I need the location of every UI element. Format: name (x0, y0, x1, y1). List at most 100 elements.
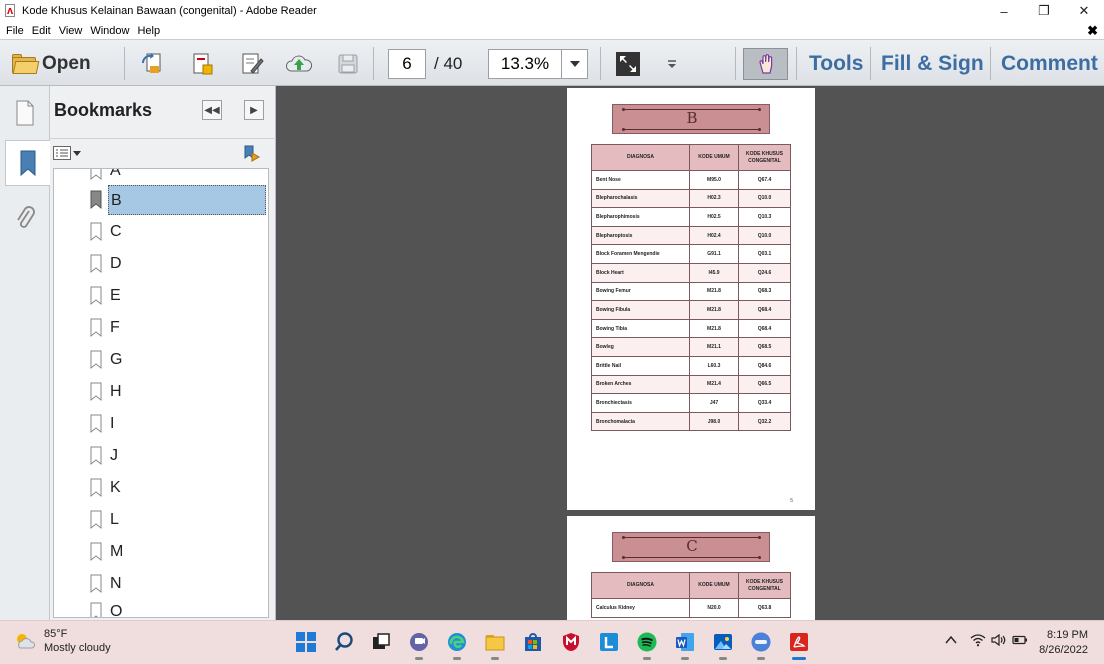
wifi-button[interactable] (970, 633, 986, 650)
expand-bookmark-button[interactable] (242, 144, 262, 167)
volume-button[interactable] (991, 633, 1007, 650)
running-indicator (453, 657, 461, 660)
edit-pdf-button[interactable] (238, 50, 266, 78)
page-thumbnails-button[interactable] (5, 90, 45, 136)
battery-button[interactable] (1012, 633, 1028, 650)
general-code-cell: H02.5 (689, 207, 739, 227)
upload-cloud-button[interactable] (285, 50, 313, 78)
more-options-icon (668, 60, 676, 68)
close-document-button[interactable]: ✖ (1087, 22, 1098, 39)
bookmark-item[interactable]: E (88, 280, 125, 312)
menu-view[interactable]: View (59, 25, 83, 37)
export-pdf-button[interactable] (188, 50, 216, 78)
bookmark-item[interactable]: D (88, 248, 126, 280)
close-window-button[interactable]: ✕ (1064, 0, 1104, 22)
toolbar-more-button[interactable] (658, 50, 686, 78)
table-row: Bowing Tibia M21.8 Q68.4 (591, 318, 791, 339)
save-button[interactable] (334, 50, 362, 78)
edge-browser-button[interactable] (444, 629, 470, 660)
paperclip-icon (17, 206, 35, 228)
bookmark-item[interactable]: F (88, 312, 124, 344)
zoom-input[interactable]: 13.3% (488, 49, 562, 79)
minimize-button[interactable]: – (984, 0, 1024, 22)
bookmark-label: O (110, 603, 123, 618)
touch-mode-button[interactable] (743, 48, 788, 80)
edit-document-icon (242, 53, 264, 74)
page-number-input[interactable]: 6 (388, 49, 426, 79)
bookmark-item[interactable]: B (88, 184, 266, 216)
general-code-cell: I45.9 (689, 262, 739, 283)
bookmark-label: C (110, 223, 122, 240)
chevron-down-icon (569, 61, 580, 67)
bookmark-item[interactable]: O (88, 596, 126, 618)
zoom-dropdown-button[interactable] (562, 49, 588, 79)
collapse-panel-button[interactable]: ◀◀ (202, 100, 222, 120)
bookmark-label: A (110, 168, 121, 179)
start-button[interactable] (293, 629, 319, 655)
adobe-reader-taskbar-button[interactable] (786, 629, 812, 660)
fill-sign-pane-button[interactable]: Fill & Sign (881, 49, 984, 79)
menu-file[interactable]: File (6, 25, 24, 37)
bookmark-item[interactable]: M (88, 536, 127, 568)
bookmark-item[interactable]: G (88, 344, 126, 376)
microsoft-store-button[interactable] (520, 629, 546, 655)
table-row: Bronchomalacia J98.0 Q32.2 (591, 411, 791, 432)
bookmark-icon (90, 510, 102, 530)
table-row: Block Heart I45.9 Q24.6 (591, 262, 791, 283)
mcafee-button[interactable] (558, 629, 584, 655)
system-clock[interactable]: 8:19 PM 8/26/2022 (1039, 628, 1088, 658)
bookmark-item[interactable]: K (88, 472, 125, 504)
canva-icon (751, 632, 771, 652)
table-header: KODE KHUSUS CONGENITAL (738, 572, 791, 599)
active-indicator (792, 657, 806, 660)
show-hidden-icons-button[interactable] (944, 633, 958, 650)
toolbar-separator (373, 47, 374, 80)
menu-help[interactable]: Help (137, 25, 160, 37)
comment-pane-button[interactable]: Comment (1001, 49, 1098, 79)
bookmark-item[interactable]: I (88, 408, 118, 440)
diagnosis-cell: Bowleg (591, 337, 690, 357)
battery-icon (1012, 635, 1027, 645)
learning-app-button[interactable] (596, 629, 622, 655)
photos-button[interactable] (710, 629, 736, 660)
bookmark-label: N (110, 575, 122, 592)
task-view-button[interactable] (368, 629, 394, 655)
taskbar-search-button[interactable] (331, 629, 357, 655)
spotify-button[interactable] (634, 629, 660, 660)
open-button[interactable]: Open (10, 49, 91, 79)
congenital-code-cell: Q33.4 (738, 393, 791, 413)
weather-widget[interactable]: 85°F Mostly cloudy (14, 627, 111, 655)
word-button[interactable] (672, 629, 698, 660)
panel-options-button[interactable]: ▶ (244, 100, 264, 120)
create-pdf-button[interactable] (139, 50, 167, 78)
diagnosis-cell: Block Heart (591, 262, 690, 283)
tools-pane-button[interactable]: Tools (809, 49, 863, 79)
running-indicator (491, 657, 499, 660)
document-view[interactable]: B DIAGNOSA KODE UMUM KODE KHUSUS CONGENI… (276, 86, 1104, 620)
teams-chat-button[interactable] (406, 629, 432, 660)
wifi-icon (970, 634, 986, 647)
diagnosis-cell: Broken Arches (591, 374, 690, 395)
file-explorer-button[interactable] (482, 629, 508, 660)
canva-button[interactable] (748, 629, 774, 660)
bookmark-item[interactable]: J (88, 440, 122, 472)
bookmark-icon (90, 478, 102, 498)
menu-window[interactable]: Window (90, 25, 129, 37)
table-row: Bent Nose M95.0 Q67.4 (591, 170, 791, 190)
full-screen-button[interactable] (614, 50, 642, 78)
bookmarks-panel-button[interactable] (5, 140, 50, 186)
congenital-code-cell: Q10.0 (738, 188, 791, 209)
bookmark-options-button[interactable] (53, 146, 81, 160)
congenital-code-cell: Q84.6 (738, 355, 791, 376)
windows-start-icon (296, 632, 316, 652)
general-code-cell: M95.0 (689, 170, 739, 190)
maximize-button[interactable]: ❐ (1024, 0, 1064, 22)
bookmark-item[interactable]: L (88, 504, 123, 536)
bookmark-icon (90, 254, 102, 274)
bookmark-icon (90, 350, 102, 370)
bookmark-item[interactable]: C (88, 216, 126, 248)
bookmark-item[interactable]: H (88, 376, 126, 408)
menu-edit[interactable]: Edit (32, 25, 51, 37)
search-icon (335, 632, 353, 651)
attachments-button[interactable] (5, 196, 45, 242)
